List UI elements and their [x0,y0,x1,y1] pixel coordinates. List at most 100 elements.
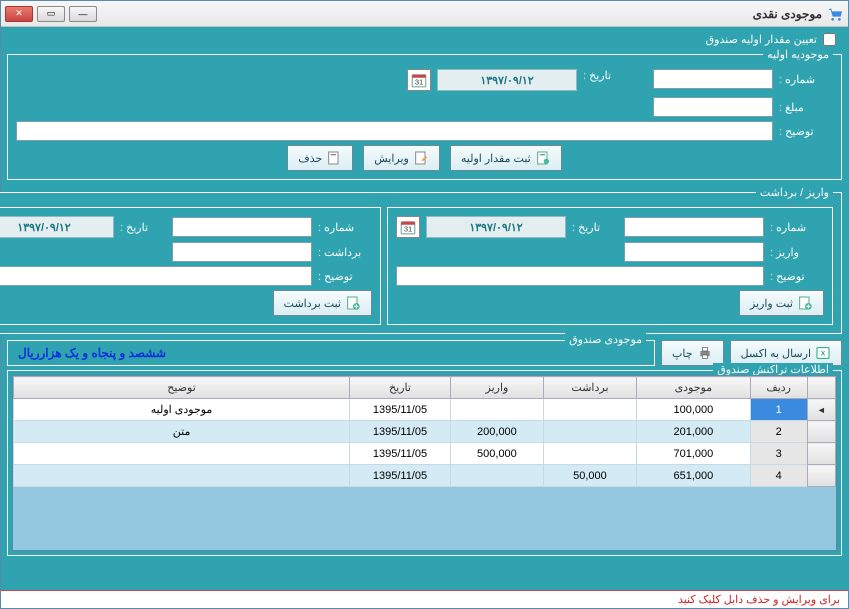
export-excel-label: ارسال به اکسل [741,347,811,360]
withdraw-date-display: ۱۳۹۷/۰۹/۱۲ [0,216,114,238]
cell-withdraw: 50,000 [543,465,636,487]
deposit-withdraw-group: واریز / برداشت شماره : تاریخ : ۱۳۹۷/۰۹/۱… [0,186,842,334]
initial-desc-input[interactable] [16,121,773,141]
maximize-button[interactable]: ▭ [37,6,65,22]
transactions-group: اطلاعات تراکنش صندوق ردیف موجودی برداشت … [7,370,842,556]
cell-index: 2 [750,421,807,443]
save-withdraw-button[interactable]: ثبت برداشت [273,290,372,316]
titlebar: ✕ ▭ ― موجودی نقدی [1,1,848,27]
balance-box: موجودی صندوق ششصد و پنجاه و یک هزارریال [7,340,655,366]
table-row[interactable]: 4651,00050,000 1395/11/05 [14,465,836,487]
col-row[interactable]: ردیف [750,377,807,399]
wd-desc-label: توضیح : [318,270,372,283]
excel-icon: X [815,345,831,361]
initial-checkbox[interactable] [823,33,836,46]
edit-icon [413,150,429,166]
save-withdraw-label: ثبت برداشت [284,297,341,310]
cell-deposit [450,399,543,421]
transactions-grid[interactable]: ردیف موجودی برداشت واریز تاریخ توضیح 110… [12,375,837,551]
date-label: تاریخ : [583,69,623,82]
withdraw-amount-input[interactable] [172,242,312,262]
cell-index: 4 [750,465,807,487]
withdraw-number-input[interactable] [172,217,312,237]
initial-date-picker-button[interactable]: 31 [407,69,431,91]
minimize-button[interactable]: ― [69,6,97,22]
app-window: ✕ ▭ ― موجودی نقدی تعیین مقدار اولیه صندو… [0,0,849,609]
cell-balance: 651,000 [636,465,750,487]
dep-number-label: شماره : [770,221,824,234]
deposit-amount-input[interactable] [624,242,764,262]
cell-date: 1395/11/05 [350,399,451,421]
save-initial-button[interactable]: ثبت مقدار اولیه [450,145,562,171]
amount-label: مبلغ : [779,101,833,114]
initial-number-input[interactable] [653,69,773,89]
save-deposit-label: ثبت واریز [750,297,793,310]
calendar-icon: 31 [399,218,417,236]
deposit-date-display: ۱۳۹۷/۰۹/۱۲ [426,216,566,238]
close-button[interactable]: ✕ [5,6,33,22]
cell-desc [14,443,350,465]
deposit-desc-input[interactable] [396,266,764,286]
cell-index: 3 [750,443,807,465]
delete-icon [326,150,342,166]
cell-balance: 201,000 [636,421,750,443]
dep-date-label: تاریخ : [572,221,612,234]
table-row[interactable]: 3701,000 500,0001395/11/05 [14,443,836,465]
cell-balance: 701,000 [636,443,750,465]
edit-label: ویرایش [374,152,409,165]
deposit-date-picker-button[interactable]: 31 [396,216,420,238]
cell-index: 1 [750,399,807,421]
save-deposit-button[interactable]: ثبت واریز [739,290,824,316]
dep-desc-label: توضیح : [770,270,824,283]
table-row[interactable]: 1100,0001395/11/05موجودی اولیه [14,399,836,421]
delete-button[interactable]: حذف [287,145,353,171]
col-date[interactable]: تاریخ [350,377,451,399]
desc-label: توضیح : [779,125,833,138]
cell-date: 1395/11/05 [350,443,451,465]
withdraw-desc-input[interactable] [0,266,312,286]
wd-date-label: تاریخ : [120,221,160,234]
col-deposit[interactable]: واریز [450,377,543,399]
cell-deposit: 500,000 [450,443,543,465]
deposit-number-input[interactable] [624,217,764,237]
cell-desc [14,465,350,487]
cell-balance: 100,000 [636,399,750,421]
row-header[interactable] [807,465,835,487]
svg-text:X: X [821,351,826,358]
footer-hint: برای ویرایش و حذف دابل کلیک کنید [1,590,848,608]
cell-date: 1395/11/05 [350,465,451,487]
wd-number-label: شماره : [318,221,372,234]
add-icon [345,295,361,311]
save-icon [535,150,551,166]
cell-date: 1395/11/05 [350,421,451,443]
row-header[interactable] [807,421,835,443]
cell-deposit: 200,000 [450,421,543,443]
withdraw-group: شماره : تاریخ : ۱۳۹۷/۰۹/۱۲ 31 برداشت : [0,207,381,325]
col-balance[interactable]: موجودی [636,377,750,399]
col-withdraw[interactable]: برداشت [543,377,636,399]
client-area: تعیین مقدار اولیه صندوق موجودیه اولیه شم… [1,27,848,608]
edit-button[interactable]: ویرایش [363,145,440,171]
balance-text: ششصد و پنجاه و یک هزارریال [18,346,166,360]
add-icon [797,295,813,311]
delete-label: حذف [298,152,322,165]
svg-text:31: 31 [404,225,412,234]
printer-icon [697,345,713,361]
col-desc[interactable]: توضیح [14,377,350,399]
row-header[interactable] [807,443,835,465]
deposit-withdraw-legend: واریز / برداشت [756,186,833,199]
svg-text:31: 31 [415,78,423,87]
balance-legend: موجودی صندوق [565,333,646,346]
initial-checkbox-label: تعیین مقدار اولیه صندوق [706,33,817,46]
initial-amount-input[interactable] [653,97,773,117]
save-initial-label: ثبت مقدار اولیه [461,152,531,165]
cell-withdraw [543,399,636,421]
number-label: شماره : [779,73,833,86]
row-header[interactable] [807,399,835,421]
initial-date-display: ۱۳۹۷/۰۹/۱۲ [437,69,577,91]
cart-icon [828,6,844,22]
table-row[interactable]: 2201,000200,0001395/11/05متن [14,421,836,443]
cell-withdraw [543,443,636,465]
dep-amount-label: واریز : [770,246,824,259]
table-header-row: ردیف موجودی برداشت واریز تاریخ توضیح [14,377,836,399]
